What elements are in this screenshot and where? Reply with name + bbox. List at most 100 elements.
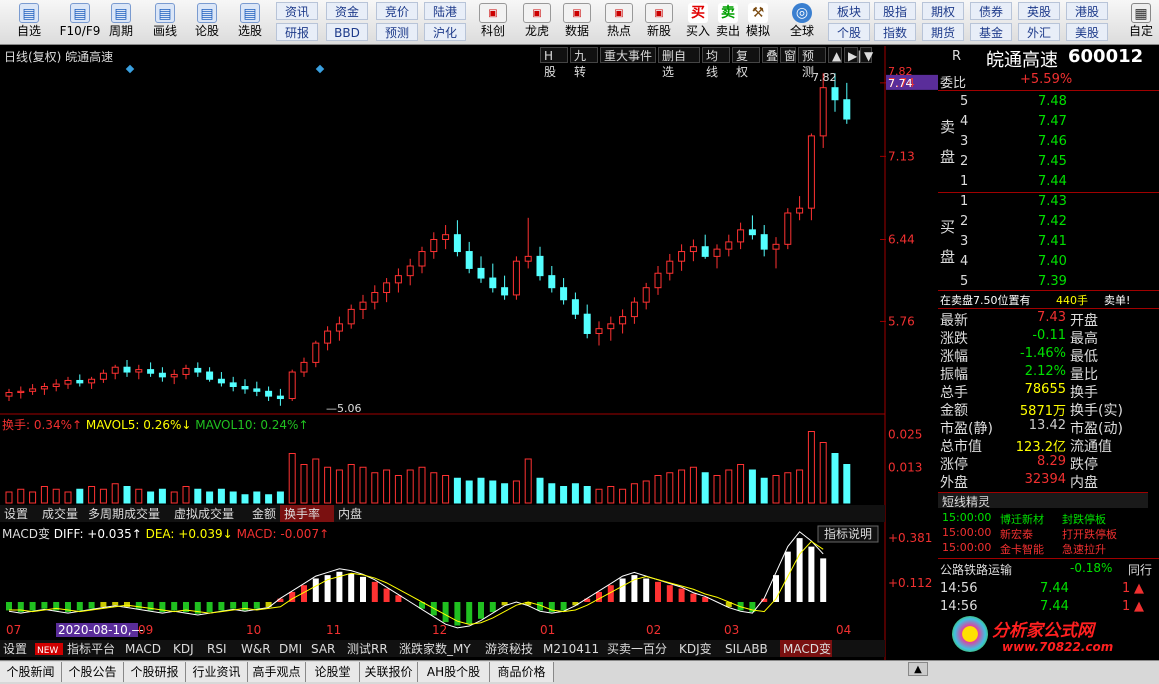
news-tab[interactable]: AH股个股: [418, 662, 490, 682]
toolbar-hammer-button[interactable]: ⚒ 模拟: [744, 1, 772, 43]
indicator-tab[interactable]: MACD: [125, 642, 161, 656]
news-tab[interactable]: 个股新闻: [0, 662, 62, 682]
toolbar-label: 画线: [152, 24, 177, 38]
sell-level-price[interactable]: 7.48: [1038, 94, 1067, 109]
quick-button[interactable]: 研报: [276, 23, 318, 41]
quick-button[interactable]: 期权: [922, 2, 964, 20]
buy-level-price[interactable]: 7.42: [1038, 214, 1067, 229]
sell-level-price[interactable]: 7.46: [1038, 134, 1067, 149]
indicator-tab[interactable]: 测试RR: [347, 641, 388, 656]
quick-button[interactable]: 期货: [922, 23, 964, 41]
spirit-stock[interactable]: 博迁新材: [1000, 511, 1044, 527]
news-tab[interactable]: 个股公告: [62, 662, 124, 682]
quick-button[interactable]: 个股: [828, 23, 870, 41]
spirit-stock[interactable]: 新宏泰: [1000, 526, 1033, 542]
buy-level-price[interactable]: 7.40: [1038, 254, 1067, 269]
quick-button[interactable]: BBD: [326, 23, 368, 41]
event-marker-icon: [315, 64, 325, 74]
current-price-label: 7.74: [888, 77, 913, 90]
toolbar-label: 热点: [606, 24, 631, 38]
toolbar-pen-button[interactable]: ▤ 画线: [144, 1, 186, 43]
volume-tab[interactable]: 虚拟成交量: [174, 506, 234, 521]
news-tab[interactable]: 个股研报: [124, 662, 186, 682]
quick-button[interactable]: 基金: [970, 23, 1012, 41]
indicator-tab[interactable]: 设置: [3, 642, 27, 656]
buy-level-price[interactable]: 7.39: [1038, 274, 1067, 289]
sector-change: -0.18%: [1070, 561, 1113, 575]
toolbar-table-button[interactable]: ▤ F10/F9: [58, 1, 102, 43]
quick-button[interactable]: 英股: [1018, 2, 1060, 20]
quick-button[interactable]: 沪化: [424, 23, 466, 41]
volume-bar: [477, 477, 485, 504]
buy-level-price[interactable]: 7.43: [1038, 194, 1067, 209]
toolbar-pe-button[interactable]: ▣ 数据: [558, 1, 596, 43]
quick-button[interactable]: 美股: [1066, 23, 1108, 41]
toolbar-star-button[interactable]: ▤ 自选: [8, 1, 50, 43]
news-tab[interactable]: 商品价格: [490, 662, 554, 682]
sector-name[interactable]: 公路铁路运输: [940, 561, 1012, 578]
indicator-tab[interactable]: MACD变: [783, 641, 831, 656]
buy-level-price[interactable]: 7.41: [1038, 234, 1067, 249]
candle-body: [324, 330, 332, 344]
flower-logo-icon: [952, 616, 988, 652]
volume-tab[interactable]: 内盘: [338, 506, 362, 521]
quick-button[interactable]: 板块: [828, 2, 870, 20]
toolbar-chat-button[interactable]: ▤ 论股: [190, 1, 224, 43]
toolbar-filter-button[interactable]: ▤ 选股: [230, 1, 270, 43]
quick-button[interactable]: 外汇: [1018, 23, 1060, 41]
toolbar-chart-button[interactable]: ▣ 科创: [474, 1, 512, 43]
sell-level-price[interactable]: 7.45: [1038, 154, 1067, 169]
candle-body: [689, 246, 697, 253]
news-tab[interactable]: 论股堂: [306, 662, 360, 682]
indicator-tab[interactable]: 指标平台: [67, 641, 115, 656]
news-tab[interactable]: 关联报价: [360, 662, 418, 682]
indicator-tab[interactable]: W&R: [241, 642, 271, 656]
toolbar-hot-button[interactable]: ▣ 热点: [600, 1, 638, 43]
indicator-tab[interactable]: SILABB: [725, 642, 768, 656]
toolbar-sell-button[interactable]: 卖卖出: [714, 1, 742, 43]
indicator-tab[interactable]: 买卖一百分: [607, 642, 667, 656]
chat-icon: ▤: [197, 3, 217, 23]
quick-button[interactable]: 指数: [874, 23, 916, 41]
quick-button[interactable]: 港股: [1066, 2, 1108, 20]
toolbar-globe-button[interactable]: ◎ 全球: [782, 1, 822, 43]
indicator-tab[interactable]: SAR: [311, 642, 335, 656]
indicator-tab[interactable]: 游资秘技: [485, 642, 533, 656]
quick-button[interactable]: 陆港: [424, 2, 466, 20]
toolbar-custom-button[interactable]: ▦ 自定: [1124, 1, 1158, 43]
volume-bar: [796, 469, 804, 504]
indicator-tab[interactable]: KDJ变: [679, 641, 712, 656]
volume-tab[interactable]: 金额: [252, 506, 276, 521]
quick-button[interactable]: 资讯: [276, 2, 318, 20]
indicator-tab[interactable]: KDJ: [173, 642, 194, 656]
toolbar-clock-button[interactable]: ▤ 周期: [104, 1, 138, 43]
indicator-tab[interactable]: RSI: [207, 642, 227, 656]
volume-tab[interactable]: 设置: [4, 507, 28, 521]
indicator-tab[interactable]: 涨跌家数_MY: [399, 641, 471, 656]
mavol10-value: MAVOL10: 0.24%↑: [191, 418, 308, 432]
candle-body: [713, 248, 721, 257]
toolbar-buy-button[interactable]: 买买入: [684, 1, 712, 43]
volume-tab[interactable]: 多周期成交量: [88, 506, 160, 521]
indicator-tab[interactable]: DMI: [279, 642, 302, 656]
sell-level-price[interactable]: 7.44: [1038, 174, 1067, 189]
sell-level-price[interactable]: 7.47: [1038, 114, 1067, 129]
toolbar-ipo-button[interactable]: ▣ 新股: [640, 1, 678, 43]
sector-tag[interactable]: 同行: [1128, 561, 1152, 578]
quick-button[interactable]: 资金: [326, 2, 368, 20]
kline-chart[interactable]: 7.747.136.445.767.827.82—5.067.74换手: 0.3…: [0, 46, 938, 660]
quick-button[interactable]: 股指: [874, 2, 916, 20]
price-axis-label: 7.82: [888, 65, 913, 78]
spirit-stock[interactable]: 金卡智能: [1000, 541, 1044, 557]
volume-tab[interactable]: 换手率: [284, 506, 320, 521]
news-tab[interactable]: 高手观点: [248, 662, 306, 682]
diff-value: DIFF: +0.035↑: [54, 527, 142, 541]
quick-button[interactable]: 预测: [376, 23, 418, 41]
volume-tab[interactable]: 成交量: [42, 506, 78, 521]
quick-button[interactable]: 债券: [970, 2, 1012, 20]
news-tab[interactable]: 行业资讯: [186, 662, 248, 682]
quick-button[interactable]: 竞价: [376, 2, 418, 20]
indicator-tab[interactable]: M210411: [543, 642, 599, 656]
toolbar-dragon-button[interactable]: ▣ 龙虎: [518, 1, 556, 43]
collapse-icon[interactable]: ▲: [908, 662, 928, 676]
